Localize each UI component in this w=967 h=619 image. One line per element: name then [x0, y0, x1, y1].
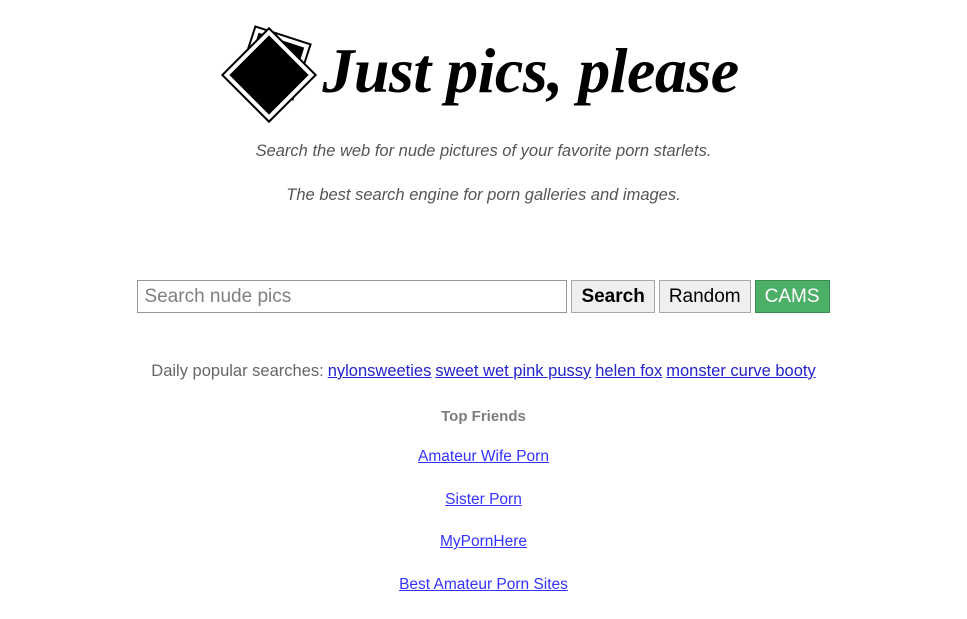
friend-link-mypornhere[interactable]: MyPornHere	[0, 534, 967, 550]
page-root: Just pics, please Search the web for nud…	[0, 0, 967, 609]
popular-search-link-2[interactable]: sweet wet pink pussy	[435, 362, 591, 380]
stacked-photos-icon	[221, 25, 320, 124]
top-friends-list: Amateur Wife Porn Sister Porn MyPornHere…	[0, 449, 967, 619]
site-header: Just pics, please	[0, 18, 967, 124]
friend-link-sister-porn[interactable]: Sister Porn	[0, 491, 967, 508]
friend-link-amateur-wife-porn[interactable]: Amateur Wife Porn	[0, 449, 967, 465]
tagline-primary: Search the web for nude pictures of your…	[255, 142, 712, 160]
search-button[interactable]: Search	[571, 280, 655, 313]
page-title: Just pics, please	[322, 35, 739, 106]
tagline-secondary: The best search engine for porn gallerie…	[286, 186, 681, 204]
popular-searches: Daily popular searches: nylonsweeties swee…	[0, 362, 967, 381]
top-friends-heading: Top Friends	[441, 408, 526, 425]
popular-searches-label: Daily popular searches:	[151, 362, 324, 380]
popular-search-link-4[interactable]: monster curve booty	[666, 362, 815, 380]
popular-search-link-1[interactable]: nylonsweeties	[328, 362, 432, 380]
friend-link-best-amateur-porn-sites[interactable]: Best Amateur Porn Sites	[0, 576, 967, 593]
cams-button[interactable]: CAMS	[754, 280, 830, 313]
search-bar: Search Random CAMS	[0, 280, 967, 313]
popular-search-link-3[interactable]: helen fox	[595, 362, 662, 380]
random-button[interactable]: Random	[658, 280, 751, 313]
search-input[interactable]	[137, 280, 568, 313]
